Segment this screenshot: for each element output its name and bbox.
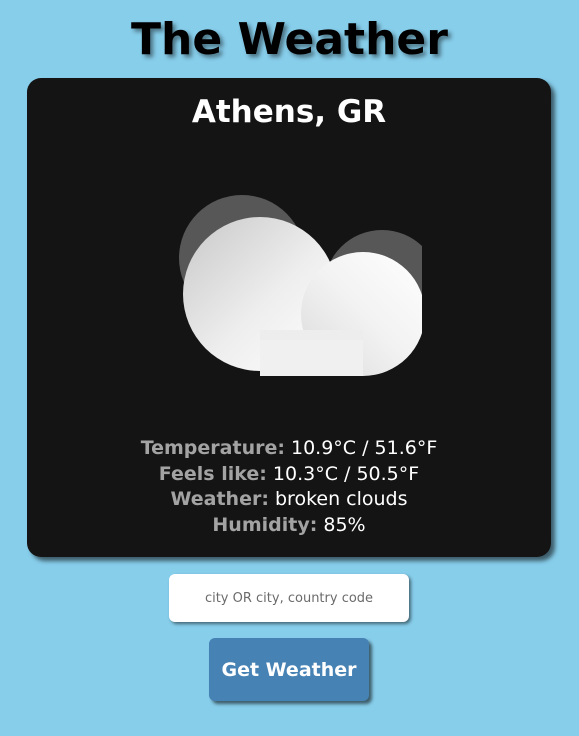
weather-card: Athens, GR Temperature: 10.9°C / 51.6°F … [27, 78, 551, 557]
temperature-row: Temperature: 10.9°C / 51.6°F [27, 436, 551, 462]
city-name: Athens, GR [191, 94, 387, 130]
feels-like-label: Feels like: [158, 462, 267, 485]
temperature-label: Temperature: [140, 437, 285, 459]
feels-like-row: Feels like: 10.3°C / 50.5°F [27, 462, 551, 488]
temperature-value: 10.9°C / 51.6°F [291, 437, 438, 459]
weather-condition-row: Weather: broken clouds [27, 487, 551, 513]
feels-like-value: 10.3°C / 50.5°F [272, 462, 420, 485]
humidity-label: Humidity: [212, 513, 318, 536]
weather-condition-value: broken clouds [274, 488, 408, 510]
get-weather-button[interactable]: Get Weather [209, 638, 369, 701]
humidity-row: Humidity: 85% [27, 513, 551, 539]
humidity-value: 85% [323, 513, 366, 536]
city-search-input[interactable] [169, 574, 409, 622]
broken-clouds-icon [152, 190, 440, 385]
weather-details: Temperature: 10.9°C / 51.6°F Feels like:… [27, 436, 551, 538]
app-title: The Weather [131, 14, 448, 65]
weather-condition-label: Weather: [170, 488, 269, 510]
